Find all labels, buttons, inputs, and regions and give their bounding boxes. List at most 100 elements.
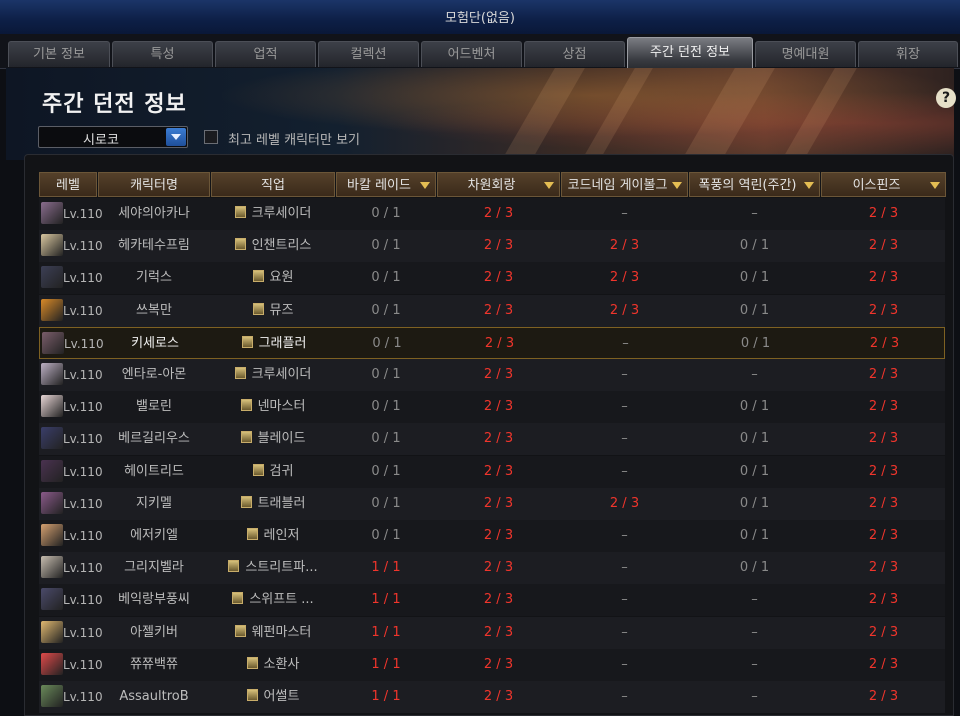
clear-count-gaebolg: –: [621, 206, 628, 221]
clear-count-storm: 0 / 1: [739, 399, 770, 415]
character-name: 베익랑부풍씨: [118, 592, 190, 608]
server-select[interactable]: 시로코: [38, 126, 188, 148]
tab-bar: 기본 정보 특성 업적 컬렉션 어드벤처 상점 주간 던전 정보 명예대원 휘장: [0, 34, 960, 69]
tab-8[interactable]: 휘장: [858, 41, 958, 67]
clear-count-gaebolg: 2 / 3: [609, 238, 640, 254]
character-class: 요원: [211, 262, 335, 294]
column-header-1: 캐릭터명: [98, 172, 210, 197]
table-row[interactable]: Lv.110 지키멜 트래블러 0 / 1 2 / 3 2 / 3 0 / 1 2 / 3: [39, 487, 945, 520]
tab-2[interactable]: 업적: [215, 41, 316, 67]
character-class-label: 그래플러: [258, 335, 307, 351]
table-row[interactable]: Lv.110 쓰복만 뮤즈 0 / 1 2 / 3 2 / 3 0 / 1 2 / 3: [39, 294, 945, 327]
tab-3[interactable]: 컬렉션: [318, 41, 419, 67]
class-icon: [246, 528, 258, 540]
clear-count-storm: 0 / 1: [739, 431, 770, 447]
table-row[interactable]: Lv.110 헤카테수프림 인챈트리스 0 / 1 2 / 3 2 / 3 0 / 1 2 /…: [39, 230, 945, 263]
character-avatar: [42, 331, 64, 354]
tab-0[interactable]: 기본 정보: [8, 41, 110, 67]
clear-count-storm: 0 / 1: [739, 270, 770, 286]
character-avatar: [41, 620, 63, 643]
clear-count-ispins: 2 / 3: [869, 335, 900, 351]
character-class: 그래플러: [212, 328, 336, 360]
character-avatar: [41, 588, 63, 611]
sort-arrow-icon[interactable]: [544, 182, 554, 189]
clear-count-ispins: 2 / 3: [868, 495, 899, 511]
character-avatar: [41, 298, 63, 321]
character-level: Lv.110: [63, 432, 103, 447]
clear-count-bakal: 1 / 1: [371, 689, 401, 704]
table-row[interactable]: Lv.110 AssaultroB 어썰트 1 / 1 2 / 3 – – 2 / 3: [39, 681, 945, 713]
table-row[interactable]: Lv.110 헤이트리드 검귀 0 / 1 2 / 3 – 0 / 1 2 / 3: [39, 455, 945, 488]
column-header-6[interactable]: 폭풍의 역린(주간): [689, 172, 820, 197]
page-title: 주간 던전 정보: [42, 92, 187, 117]
table-row[interactable]: Lv.110 밸로린 넨마스터 0 / 1 2 / 3 – 0 / 1 2 / 3: [39, 391, 945, 424]
character-class: 스위프트 ...: [211, 584, 335, 616]
character-level: Lv.110: [63, 593, 103, 608]
character-level: Lv.110: [63, 690, 103, 704]
chevron-down-icon[interactable]: [166, 128, 186, 146]
character-name: 기럭스: [136, 270, 172, 286]
character-avatar: [41, 652, 63, 675]
column-header-4[interactable]: 차원회랑: [437, 172, 560, 197]
column-header-0: 레벨: [39, 172, 97, 197]
column-header-5[interactable]: 코드네임 게이볼그: [561, 172, 688, 197]
table-row[interactable]: Lv.110 베르길리우스 블레이드 0 / 1 2 / 3 – 0 / 1 2 / 3: [39, 423, 945, 456]
character-name: 아젤키버: [130, 624, 178, 640]
sort-arrow-icon[interactable]: [420, 182, 430, 189]
table-row[interactable]: Lv.110 키세로스 그래플러 0 / 1 2 / 3 – 0 / 1 2 / 3: [39, 326, 945, 360]
character-name: 밸로린: [136, 399, 172, 415]
table-row[interactable]: Lv.110 그리지벨라 스트리트파... 1 / 1 2 / 3 – 0 / 1 2 / 3: [39, 552, 945, 585]
clear-count-dimension: 2 / 3: [484, 335, 515, 351]
clear-count-dimension: 2 / 3: [483, 367, 514, 382]
sort-arrow-icon[interactable]: [672, 182, 682, 189]
clear-count-storm: –: [751, 206, 758, 221]
tab-5[interactable]: 상점: [524, 41, 625, 67]
clear-count-gaebolg: –: [621, 689, 628, 704]
max-level-checkbox-label[interactable]: 최고 레벨 캐릭터만 보기: [228, 129, 360, 148]
clear-count-ispins: 2 / 3: [868, 367, 899, 382]
clear-count-gaebolg: –: [621, 399, 628, 415]
clear-count-gaebolg: –: [621, 560, 628, 576]
tab-4[interactable]: 어드벤처: [421, 41, 522, 67]
clear-count-gaebolg: –: [621, 656, 628, 672]
character-name: 헤카테수프림: [118, 238, 190, 254]
help-icon[interactable]: ?: [936, 88, 956, 108]
table-row[interactable]: Lv.110 쮸쮸백쮸 소환사 1 / 1 2 / 3 – – 2 / 3: [39, 648, 945, 681]
table-row[interactable]: Lv.110 베익랑부풍씨 스위프트 ... 1 / 1 2 / 3 – – 2 / 3: [39, 584, 945, 617]
character-class: 소환사: [211, 649, 335, 681]
clear-count-dimension: 2 / 3: [483, 431, 514, 447]
character-name: 쓰복만: [136, 302, 172, 318]
clear-count-ispins: 2 / 3: [868, 431, 899, 447]
table-row[interactable]: Lv.110 기럭스 요원 0 / 1 2 / 3 2 / 3 0 / 1 2 / 3: [39, 262, 945, 295]
class-icon: [252, 270, 264, 283]
character-class-label: 크루세이더: [251, 367, 312, 382]
clear-count-gaebolg: –: [621, 528, 628, 543]
tab-7[interactable]: 명예대원: [755, 41, 856, 67]
character-class-label: 스위프트 ...: [249, 592, 314, 608]
clear-count-storm: 0 / 1: [739, 560, 770, 576]
character-level: Lv.110: [63, 657, 103, 672]
character-avatar: [41, 395, 63, 418]
table-row[interactable]: Lv.110 에저키엘 레인저 0 / 1 2 / 3 – 0 / 1 2 / 3: [39, 520, 945, 552]
class-icon: [241, 335, 253, 348]
max-level-checkbox[interactable]: [204, 130, 218, 144]
clear-count-gaebolg: –: [621, 592, 628, 608]
character-class: 어썰트: [211, 681, 335, 713]
character-name: 쮸쮸백쮸: [130, 656, 178, 672]
table-row[interactable]: Lv.110 아젤키버 웨펀마스터 1 / 1 2 / 3 – – 2 / 3: [39, 616, 945, 649]
clear-count-ispins: 2 / 3: [868, 592, 899, 608]
table-row[interactable]: Lv.110 세야의아카나 크루세이더 0 / 1 2 / 3 – – 2 / 3: [39, 198, 945, 230]
clear-count-dimension: 2 / 3: [483, 206, 514, 221]
column-header-3[interactable]: 바칼 레이드: [336, 172, 436, 197]
clear-count-dimension: 2 / 3: [483, 495, 514, 511]
clear-count-bakal: 0 / 1: [371, 528, 401, 543]
class-icon: [246, 689, 258, 701]
column-header-7[interactable]: 이스핀즈: [821, 172, 946, 197]
clear-count-ispins: 2 / 3: [868, 689, 899, 704]
sort-arrow-icon[interactable]: [930, 182, 940, 189]
tab-1[interactable]: 특성: [112, 41, 213, 67]
sort-arrow-icon[interactable]: [804, 182, 814, 189]
table-row[interactable]: Lv.110 엔타로-아몬 크루세이더 0 / 1 2 / 3 – – 2 / 3: [39, 359, 945, 391]
tab-6[interactable]: 주간 던전 정보: [627, 37, 753, 68]
character-class-label: 넨마스터: [257, 399, 306, 415]
